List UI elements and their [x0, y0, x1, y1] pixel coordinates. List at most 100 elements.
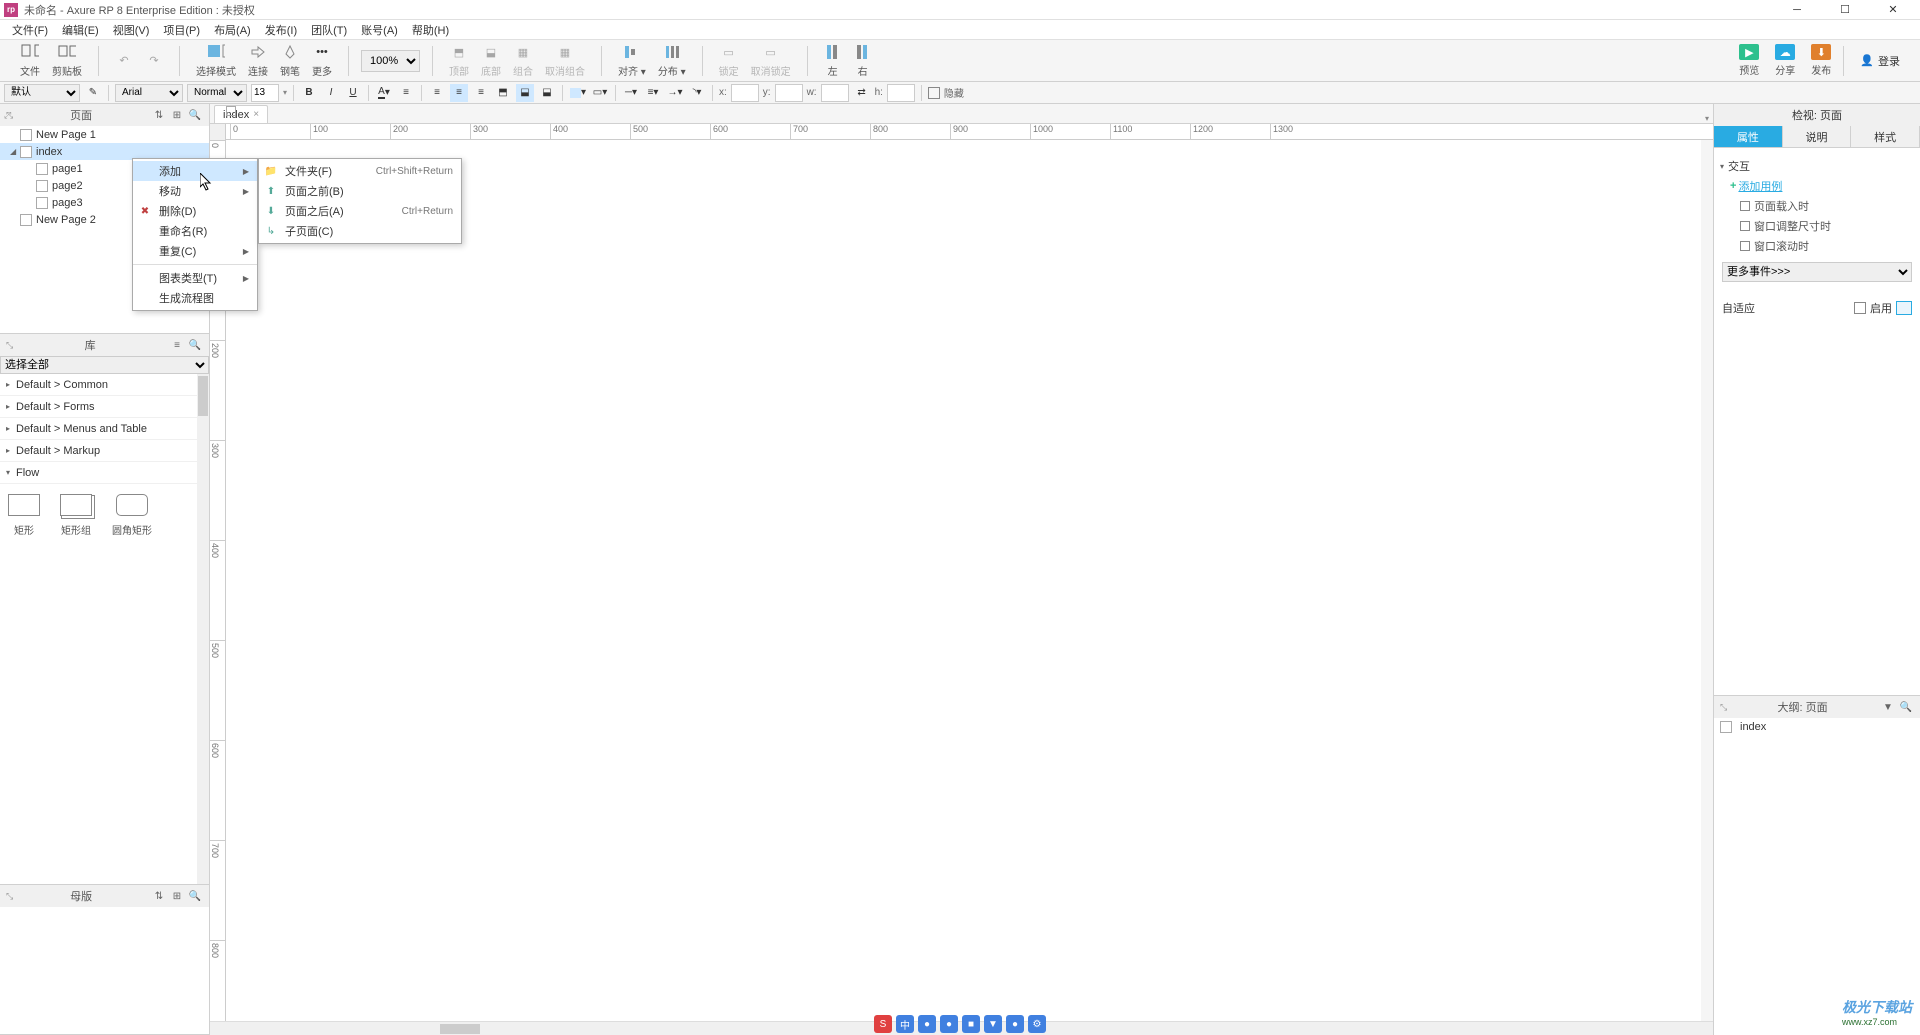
lock-aspect-button[interactable]: ⇄ [853, 84, 871, 102]
line-width-button[interactable]: ≡▾ [644, 84, 662, 102]
style-select[interactable]: 默认 [4, 84, 80, 102]
library-search-icon[interactable]: 🔍 [187, 337, 203, 353]
pen-button[interactable]: 钢笔 [276, 41, 304, 80]
taskbar-app[interactable]: S [874, 1015, 892, 1033]
hide-checkbox[interactable] [928, 87, 940, 99]
taskbar-app[interactable]: ● [940, 1015, 958, 1033]
line-style-button[interactable]: ─▾ [622, 84, 640, 102]
menu-team[interactable]: 团队(T) [305, 20, 353, 40]
font-select[interactable]: Arial [115, 84, 183, 102]
align-left-button[interactable]: 左 [820, 41, 846, 80]
align-top-button[interactable]: ⬒顶部 [445, 41, 473, 80]
valign-bottom[interactable]: ⬓ [538, 84, 556, 102]
connect-button[interactable]: 连接 [244, 41, 272, 80]
taskbar-app[interactable]: 中 [896, 1015, 914, 1033]
close-button[interactable]: ✕ [1878, 1, 1908, 19]
library-category[interactable]: ▾Flow [0, 462, 209, 484]
context-submenu-item[interactable]: ⬇页面之后(A)Ctrl+Return [259, 201, 461, 221]
share-button[interactable]: ☁ 分享 [1767, 42, 1803, 79]
interaction-section[interactable]: ▾ 交互 [1720, 156, 1914, 176]
x-input[interactable] [731, 84, 759, 102]
minimize-button[interactable]: ─ [1782, 1, 1812, 19]
align-bottom-button[interactable]: ⬓底部 [477, 41, 505, 80]
ungroup-button[interactable]: ▦取消组合 [541, 41, 589, 80]
ruler-origin-icon[interactable] [226, 106, 236, 116]
more-button[interactable]: ••• 更多 [308, 41, 336, 80]
masters-body[interactable] [0, 907, 209, 1034]
fill-color-button[interactable]: ▾ [569, 84, 587, 102]
library-scrollbar[interactable] [197, 374, 209, 884]
adaptive-icon-button[interactable] [1896, 301, 1912, 315]
outline-search-icon[interactable]: 🔍 [1898, 699, 1914, 715]
weight-select[interactable]: Normal [187, 84, 247, 102]
tab-close-icon[interactable]: × [253, 109, 259, 120]
enable-checkbox[interactable] [1854, 302, 1866, 314]
menu-account[interactable]: 账号(A) [355, 20, 404, 40]
file-buttons[interactable]: 文件 [16, 41, 44, 80]
library-category[interactable]: ▸Default > Forms [0, 396, 209, 418]
library-select[interactable]: 选择全部 [0, 356, 209, 374]
library-category[interactable]: ▸Default > Common [0, 374, 209, 396]
context-menu-item[interactable]: 移动▶ [133, 181, 257, 201]
tab-notes[interactable]: 说明 [1783, 126, 1852, 147]
split-button[interactable]: 分布 ▾ [654, 41, 690, 80]
inspector-event[interactable]: 窗口滚动时 [1720, 236, 1914, 256]
zoom-select[interactable]: 100% [361, 50, 420, 72]
redo-button[interactable]: ↷ [141, 50, 167, 72]
align-center-text[interactable]: ≡ [450, 84, 468, 102]
tab-style[interactable]: 样式 [1851, 126, 1920, 147]
select-mode-button[interactable]: 选择模式 [192, 41, 240, 80]
library-body[interactable]: ▸Default > Common▸Default > Forms▸Defaul… [0, 374, 209, 884]
tab-properties[interactable]: 属性 [1714, 126, 1783, 147]
align-right-text[interactable]: ≡ [472, 84, 490, 102]
tab-dropdown-icon[interactable]: ▾ [1701, 114, 1713, 123]
valign-middle[interactable]: ⬓ [516, 84, 534, 102]
maximize-button[interactable]: ☐ [1830, 1, 1860, 19]
size-input[interactable] [251, 84, 279, 102]
h-input[interactable] [887, 84, 915, 102]
publish-button[interactable]: ⬇ 发布 [1803, 42, 1839, 79]
context-menu-item[interactable]: 重命名(R) [133, 221, 257, 241]
bold-button[interactable]: B [300, 84, 318, 102]
taskbar-app[interactable]: ● [918, 1015, 936, 1033]
masters-move-icon[interactable]: ⇅ [151, 888, 167, 904]
taskbar-app[interactable]: ▼ [984, 1015, 1002, 1033]
w-input[interactable] [821, 84, 849, 102]
taskbar-app[interactable]: ■ [962, 1015, 980, 1033]
taskbar-app[interactable]: ⚙ [1028, 1015, 1046, 1033]
outline-item[interactable]: index [1714, 718, 1920, 736]
border-color-button[interactable]: ▭▾ [591, 84, 609, 102]
menu-publish[interactable]: 发布(I) [259, 20, 303, 40]
login-button[interactable]: 👤 登录 [1848, 53, 1912, 69]
menu-help[interactable]: 帮助(H) [406, 20, 455, 40]
group-button[interactable]: ▦组合 [509, 41, 537, 80]
library-category[interactable]: ▸Default > Menus and Table [0, 418, 209, 440]
style-edit-button[interactable]: ✎ [84, 84, 102, 102]
menu-edit[interactable]: 编辑(E) [56, 20, 105, 40]
context-menu-item[interactable]: 重复(C)▶ [133, 241, 257, 261]
distribute-button[interactable]: 对齐 ▾ [614, 41, 650, 80]
lock-button[interactable]: ▭锁定 [715, 41, 743, 80]
bullets-button[interactable]: ≡ [397, 84, 415, 102]
align-right-button[interactable]: 右 [850, 41, 876, 80]
ruler-horizontal[interactable]: 0100200300400500600700800900100011001200… [210, 124, 1713, 140]
outline-body[interactable]: index [1714, 718, 1920, 1035]
menu-file[interactable]: 文件(F) [6, 20, 54, 40]
inspector-event[interactable]: 页面载入时 [1720, 196, 1914, 216]
inspector-event[interactable]: 窗口调整尺寸时 [1720, 216, 1914, 236]
tab-index[interactable]: index × [214, 105, 268, 123]
library-shape[interactable]: 矩形 [8, 494, 40, 537]
add-case-button[interactable]: + 添加用例 [1730, 176, 1914, 196]
context-menu-item[interactable]: ✖删除(D) [133, 201, 257, 221]
context-submenu-item[interactable]: ⬆页面之前(B) [259, 181, 461, 201]
context-menu-item[interactable]: 图表类型(T)▶ [133, 268, 257, 288]
library-menu-icon[interactable]: ≡ [169, 337, 185, 353]
italic-button[interactable]: I [322, 84, 340, 102]
library-shape[interactable]: 圆角矩形 [112, 494, 152, 537]
y-input[interactable] [775, 84, 803, 102]
corner-button[interactable]: ◝▾ [688, 84, 706, 102]
undo-button[interactable]: ↶ [111, 50, 137, 72]
menu-view[interactable]: 视图(V) [107, 20, 156, 40]
library-category[interactable]: ▸Default > Markup [0, 440, 209, 462]
more-events-select[interactable]: 更多事件>>> [1722, 262, 1912, 282]
